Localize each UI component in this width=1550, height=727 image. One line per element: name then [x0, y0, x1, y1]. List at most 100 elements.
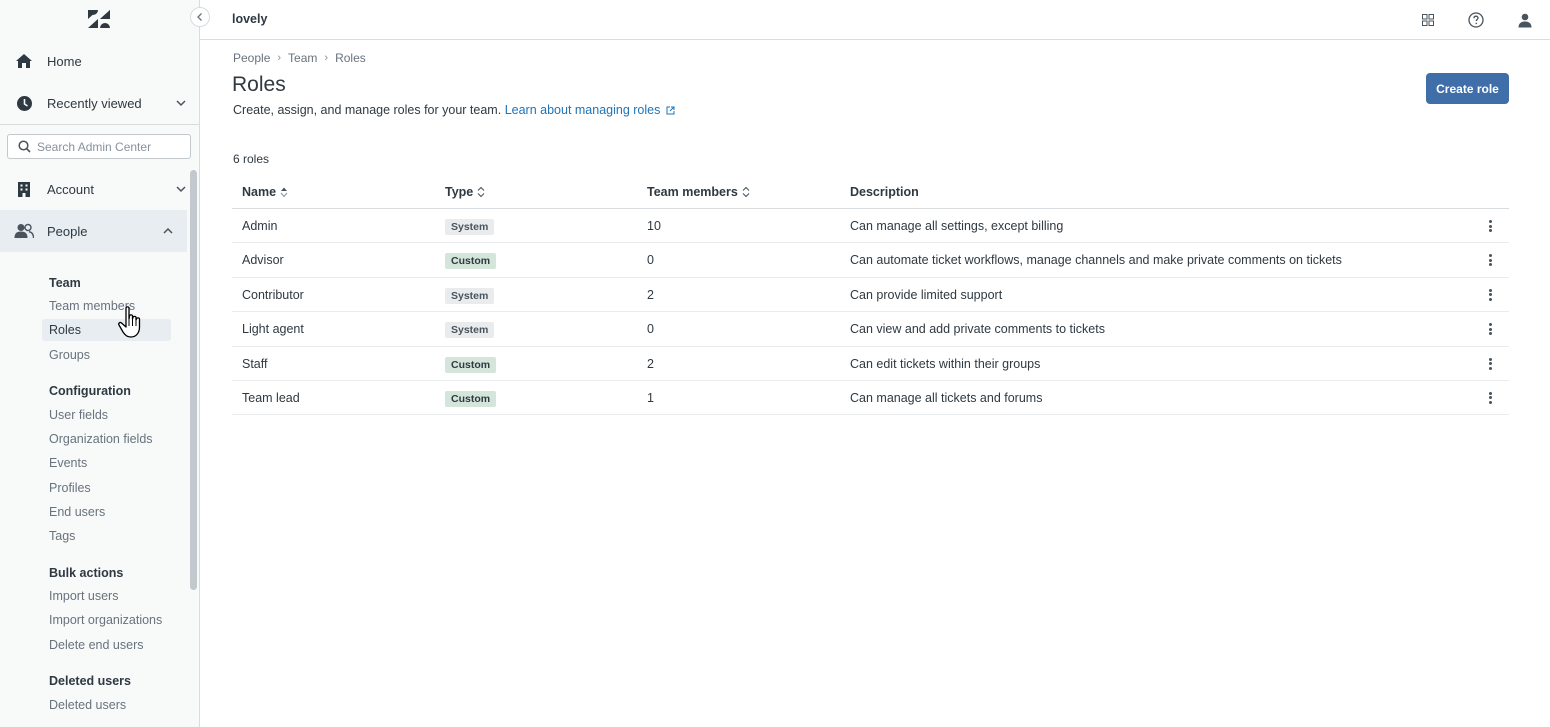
sidebar-scrollbar-thumb[interactable]: [190, 170, 197, 590]
column-header-description: Description: [850, 185, 919, 199]
subnav-item-tags[interactable]: Tags: [42, 525, 171, 547]
brand-name: lovely: [232, 12, 268, 26]
role-name: Admin: [242, 219, 278, 233]
type-badge: System: [445, 219, 495, 235]
team-members-count: 0: [647, 253, 654, 268]
subnav-item-groups[interactable]: Groups: [42, 344, 171, 366]
subnav-item-delete-end-users[interactable]: Delete end users: [42, 634, 171, 656]
breadcrumb-separator-icon: ›: [324, 52, 329, 64]
column-header-type[interactable]: Type: [445, 185, 485, 199]
subnav-heading-bulk-actions: Bulk actions: [49, 566, 124, 580]
role-description: Can manage all tickets and forums: [850, 390, 1043, 405]
table-row[interactable]: Admin System 10 Can manage all settings,…: [232, 209, 1509, 244]
products-grid-button[interactable]: [1418, 10, 1438, 30]
role-description: Can edit tickets within their groups: [850, 356, 1041, 371]
roles-table: Name Type Team members Description Admin…: [232, 175, 1509, 416]
sidebar-item-label: Home: [47, 53, 82, 69]
team-members-count: 1: [647, 390, 654, 405]
type-badge: Custom: [445, 253, 497, 270]
column-header-team-members[interactable]: Team members: [647, 185, 750, 199]
role-description: Can manage all settings, except billing: [850, 219, 1064, 233]
subnav-item-user-fields[interactable]: User fields: [42, 404, 171, 426]
role-name: Light agent: [242, 322, 304, 337]
table-row[interactable]: Staff Custom 2 Can edit tickets within t…: [232, 347, 1509, 381]
home-icon: [14, 51, 34, 71]
more-options-icon[interactable]: [1485, 390, 1495, 406]
role-description: Can automate ticket workflows, manage ch…: [850, 253, 1342, 268]
type-badge: System: [445, 322, 495, 339]
table-row[interactable]: Contributor System 2 Can provide limited…: [232, 278, 1509, 313]
type-badge: Custom: [445, 390, 497, 407]
building-icon: [14, 179, 34, 199]
table-row[interactable]: Light agent System 0 Can view and add pr…: [232, 312, 1509, 347]
subnav-item-import-organizations[interactable]: Import organizations: [42, 609, 171, 631]
subnav-item-profiles[interactable]: Profiles: [42, 477, 171, 499]
breadcrumb: People › Team › Roles: [233, 51, 366, 65]
column-header-label: Description: [850, 185, 919, 199]
user-icon: [1518, 13, 1532, 27]
subnav-item-events[interactable]: Events: [42, 452, 171, 474]
role-description: Can view and add private comments to tic…: [850, 322, 1105, 337]
role-name: Team lead: [242, 390, 300, 405]
sidebar-item-label: Account: [47, 181, 94, 197]
chevron-left-icon: [197, 13, 202, 21]
more-options-icon[interactable]: [1485, 287, 1495, 303]
team-members-count: 0: [647, 322, 654, 337]
page-description: Create, assign, and manage roles for you…: [233, 103, 675, 117]
team-members-count: 10: [647, 219, 661, 233]
search-input[interactable]: [37, 139, 187, 154]
page-description-text: Create, assign, and manage roles for you…: [233, 103, 502, 117]
more-options-icon[interactable]: [1485, 252, 1495, 268]
create-role-button[interactable]: Create role: [1426, 73, 1509, 104]
type-badge: System: [445, 287, 495, 304]
subnav-heading-team: Team: [49, 276, 81, 290]
subnav-item-organization-fields[interactable]: Organization fields: [42, 428, 171, 450]
subnav-heading-deleted-users: Deleted users: [49, 674, 131, 688]
subnav-item-deleted-users[interactable]: Deleted users: [42, 694, 171, 716]
search-admin-center[interactable]: [7, 134, 191, 159]
sort-ascending-icon: [280, 187, 288, 198]
sidebar-item-home[interactable]: Home: [0, 40, 200, 82]
column-header-name[interactable]: Name: [242, 185, 288, 199]
search-icon: [18, 140, 31, 153]
learn-link-text: Learn about managing roles: [504, 103, 661, 117]
help-icon: [1468, 12, 1484, 28]
learn-about-roles-link[interactable]: Learn about managing roles: [505, 103, 675, 117]
user-profile-button[interactable]: [1515, 10, 1535, 30]
sidebar-item-recently-viewed[interactable]: Recently viewed: [0, 82, 200, 124]
more-options-icon[interactable]: [1485, 321, 1495, 337]
breadcrumb-separator-icon: ›: [277, 52, 282, 64]
external-link-icon: [666, 106, 675, 115]
table-row[interactable]: Team lead Custom 1 Can manage all ticket…: [232, 381, 1509, 416]
chevron-down-icon: [176, 100, 186, 107]
more-options-icon[interactable]: [1485, 356, 1495, 372]
help-button[interactable]: [1466, 10, 1486, 30]
column-header-label: Name: [242, 185, 277, 199]
sidebar: Home Recently viewed Account People Team…: [0, 0, 200, 727]
collapse-sidebar-button[interactable]: [190, 7, 210, 27]
sidebar-item-people[interactable]: People: [0, 210, 187, 252]
role-name: Contributor: [242, 287, 304, 302]
breadcrumb-roles: Roles: [335, 51, 366, 65]
more-options-icon[interactable]: [1485, 218, 1495, 234]
subnav-heading-configuration: Configuration: [49, 384, 131, 398]
breadcrumb-people[interactable]: People: [233, 51, 270, 65]
subnav-item-end-users[interactable]: End users: [42, 501, 171, 523]
role-name: Advisor: [242, 253, 284, 268]
sidebar-item-account[interactable]: Account: [0, 168, 200, 210]
subnav-item-import-users[interactable]: Import users: [42, 585, 171, 607]
grid-icon: [1422, 14, 1434, 26]
zendesk-logo-icon[interactable]: [86, 8, 112, 30]
role-description: Can provide limited support: [850, 287, 1003, 302]
subnav-item-roles[interactable]: Roles: [42, 319, 171, 341]
sidebar-divider: [0, 124, 200, 125]
role-name: Staff: [242, 356, 268, 371]
table-row[interactable]: Advisor Custom 0 Can automate ticket wor…: [232, 243, 1509, 278]
people-icon: [14, 221, 34, 241]
subnav-item-team-members[interactable]: Team members: [42, 295, 171, 317]
team-members-count: 2: [647, 287, 654, 302]
top-bar: lovely: [200, 0, 1550, 40]
chevron-up-icon: [163, 227, 173, 234]
clock-icon: [14, 93, 34, 113]
breadcrumb-team[interactable]: Team: [288, 51, 317, 65]
